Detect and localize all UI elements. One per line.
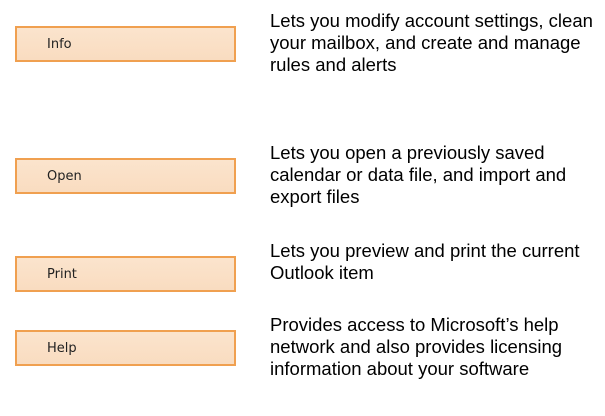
info-button[interactable]: Info — [15, 26, 236, 62]
open-button[interactable]: Open — [15, 158, 236, 194]
print-button[interactable]: Print — [15, 256, 236, 292]
info-button-label: Info — [47, 36, 72, 52]
open-button-label: Open — [47, 168, 82, 184]
help-description: Provides access to Microsoft’s help netw… — [270, 314, 563, 379]
help-button[interactable]: Help — [15, 330, 236, 366]
open-description: Lets you open a previously saved calenda… — [270, 142, 567, 207]
help-button-label: Help — [47, 340, 77, 356]
print-description: Lets you preview and print the current O… — [270, 240, 580, 283]
print-button-label: Print — [47, 266, 77, 282]
info-description: Lets you modify account settings, clean … — [270, 10, 593, 75]
